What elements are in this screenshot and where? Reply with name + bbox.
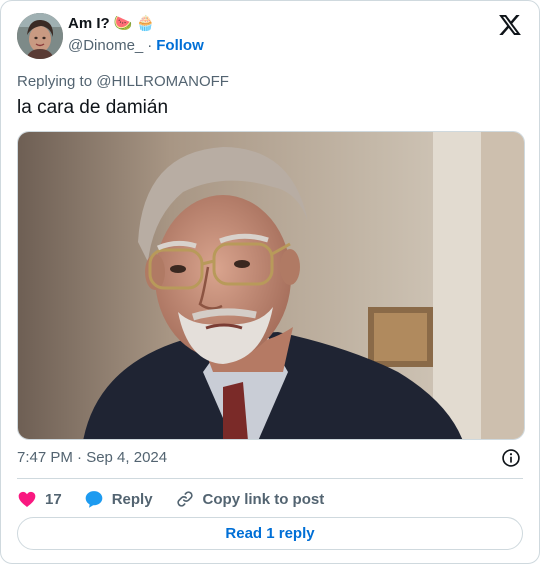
read-replies-button[interactable]: Read 1 reply xyxy=(17,517,523,550)
copy-link-label: Copy link to post xyxy=(202,490,325,508)
tweet-text: la cara de damián xyxy=(17,97,169,118)
like-count: 17 xyxy=(45,490,62,508)
tweet-photo[interactable] xyxy=(17,131,525,440)
author-handle[interactable]: @Dinome_ xyxy=(68,37,143,54)
chat-bubble-icon xyxy=(85,491,103,508)
heart-icon xyxy=(18,491,36,507)
replying-prefix: Replying to xyxy=(17,73,97,90)
action-bar: 17 Reply Copy link to post xyxy=(17,487,346,511)
tweet-card: Am I? 🍉 🧁 @Dinome_ · Follow Replying to … xyxy=(0,0,540,564)
replying-mention[interactable]: @HILLROMANOFF xyxy=(96,73,229,90)
replying-to: Replying to @HILLROMANOFF xyxy=(17,73,229,90)
follow-button[interactable]: Follow xyxy=(156,37,204,54)
link-icon xyxy=(176,491,193,507)
avatar[interactable] xyxy=(17,13,63,59)
watermelon-emoji: 🍉 xyxy=(113,15,133,32)
reply-label: Reply xyxy=(111,490,153,508)
x-logo-icon[interactable] xyxy=(499,15,521,35)
tweet-timestamp[interactable]: 7:47 PM · Sep 4, 2024 xyxy=(17,449,167,466)
info-icon[interactable] xyxy=(501,448,521,468)
separator-dot: · xyxy=(147,37,153,54)
cupcake-emoji: 🧁 xyxy=(136,15,156,32)
display-name[interactable]: Am I? xyxy=(68,15,110,32)
divider xyxy=(17,478,523,479)
copy-link-button[interactable]: Copy link to post xyxy=(175,489,325,509)
reply-button[interactable]: Reply xyxy=(84,489,153,509)
author-name-row: Am I? 🍉 🧁 xyxy=(68,15,155,32)
like-button[interactable]: 17 xyxy=(17,489,62,509)
handle-row: @Dinome_ · Follow xyxy=(68,37,204,54)
